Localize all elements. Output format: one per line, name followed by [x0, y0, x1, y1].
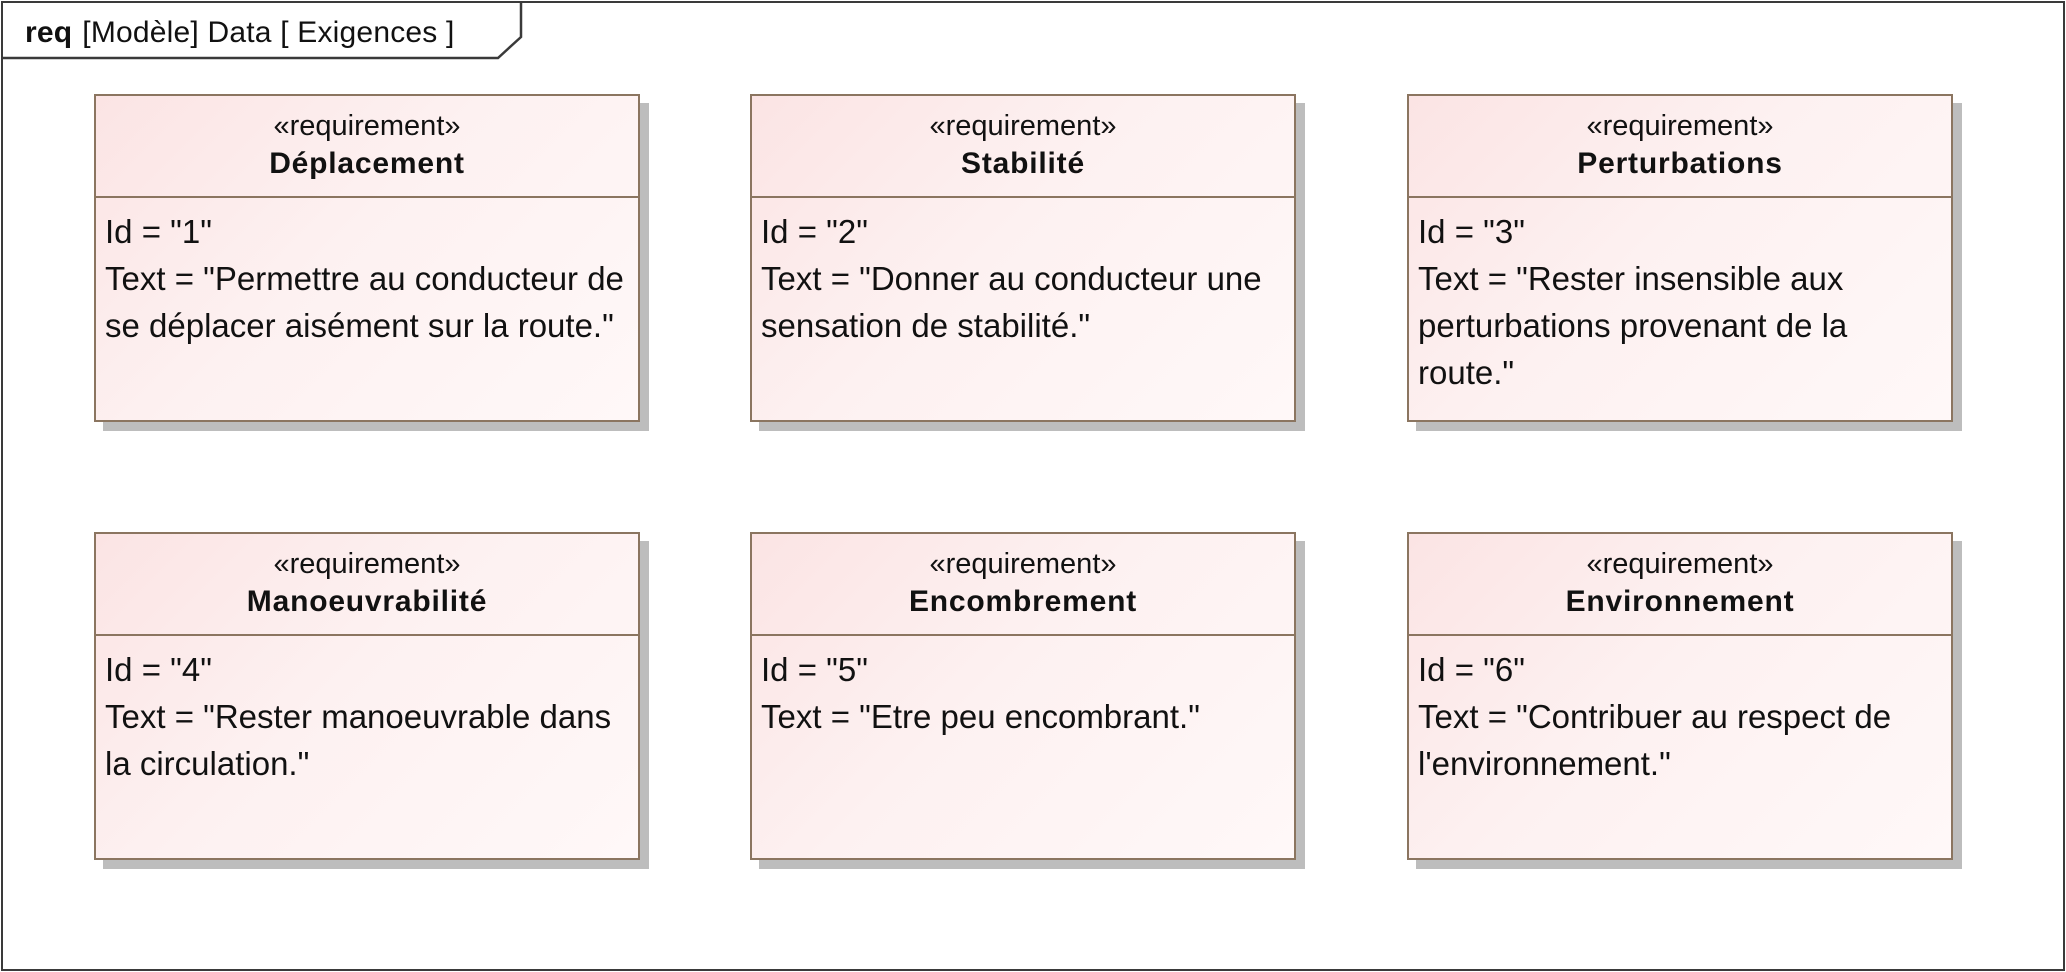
requirement-attributes: Id = "3" Text = "Rester insensible aux p… — [1409, 198, 1951, 396]
requirement-header: «requirement» Déplacement — [96, 96, 638, 198]
requirement-id: Id = "1" — [105, 213, 212, 250]
requirement-header: «requirement» Encombrement — [752, 534, 1294, 636]
requirement-stereotype: «requirement» — [929, 548, 1117, 580]
requirement-header: «requirement» Environnement — [1409, 534, 1951, 636]
requirement-block-deplacement[interactable]: «requirement» Déplacement Id = "1" Text … — [94, 94, 640, 422]
requirement-attributes: Id = "4" Text = "Rester manoeuvrable dan… — [96, 636, 638, 787]
requirement-id: Id = "2" — [761, 213, 868, 250]
requirement-name: Déplacement — [269, 147, 465, 180]
requirement-id: Id = "3" — [1418, 213, 1525, 250]
requirement-name: Manoeuvrabilité — [246, 585, 488, 618]
requirement-block-environnement[interactable]: «requirement» Environnement Id = "6" Tex… — [1407, 532, 1953, 860]
requirement-attributes: Id = "5" Text = "Etre peu encombrant." — [752, 636, 1294, 740]
requirement-stereotype: «requirement» — [273, 548, 461, 580]
requirement-name: Encombrement — [909, 585, 1137, 618]
requirement-attributes: Id = "6" Text = "Contribuer au respect d… — [1409, 636, 1951, 787]
requirement-block-encombrement[interactable]: «requirement» Encombrement Id = "5" Text… — [750, 532, 1296, 860]
requirement-id: Id = "4" — [105, 651, 212, 688]
requirement-block-stabilite[interactable]: «requirement» Stabilité Id = "2" Text = … — [750, 94, 1296, 422]
diagram-header: req [Modèle] Data [ Exigences ] — [25, 16, 455, 50]
requirement-attributes: Id = "2" Text = "Donner au conducteur un… — [752, 198, 1294, 349]
diagram-kind: req — [25, 16, 73, 49]
requirement-text: Text = "Contribuer au respect de l'envir… — [1418, 698, 1901, 782]
requirement-text: Text = "Rester manoeuvrable dans la circ… — [105, 698, 621, 782]
requirement-name: Stabilité — [961, 147, 1085, 180]
requirement-attributes: Id = "1" Text = "Permettre au conducteur… — [96, 198, 638, 349]
requirement-stereotype: «requirement» — [1586, 110, 1774, 142]
requirement-header: «requirement» Perturbations — [1409, 96, 1951, 198]
requirement-header: «requirement» Stabilité — [752, 96, 1294, 198]
requirement-text: Text = "Rester insensible aux perturbati… — [1418, 260, 1857, 391]
requirement-block-perturbations[interactable]: «requirement» Perturbations Id = "3" Tex… — [1407, 94, 1953, 422]
requirement-stereotype: «requirement» — [1586, 548, 1774, 580]
requirement-header: «requirement» Manoeuvrabilité — [96, 534, 638, 636]
requirement-id: Id = "6" — [1418, 651, 1525, 688]
requirement-text: Text = "Etre peu encombrant." — [761, 698, 1200, 735]
requirement-block-manoeuvrabilite[interactable]: «requirement» Manoeuvrabilité Id = "4" T… — [94, 532, 640, 860]
requirement-stereotype: «requirement» — [273, 110, 461, 142]
requirement-name: Perturbations — [1577, 147, 1783, 180]
requirement-text: Text = "Donner au conducteur une sensati… — [761, 260, 1271, 344]
requirement-id: Id = "5" — [761, 651, 868, 688]
requirement-name: Environnement — [1565, 585, 1795, 618]
requirement-text: Text = "Permettre au conducteur de se dé… — [105, 260, 634, 344]
requirement-stereotype: «requirement» — [929, 110, 1117, 142]
diagram-frame-tab[interactable]: req [Modèle] Data [ Exigences ] — [3, 3, 523, 60]
diagram-label: [Modèle] Data [ Exigences ] — [82, 16, 455, 49]
